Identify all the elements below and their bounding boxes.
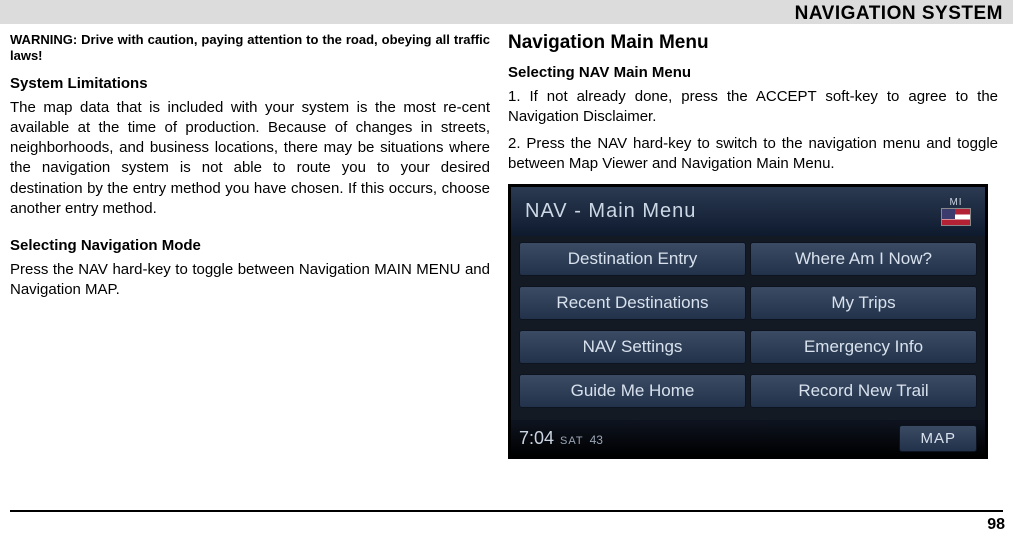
screenshot-footer: 7:04 SAT 43 MAP [511,420,985,456]
system-limitations-heading: System Limitations [10,75,490,92]
selecting-nav-main-menu-heading: Selecting NAV Main Menu [508,64,998,81]
recent-destinations-button[interactable]: Recent Destinations [519,286,746,320]
guide-me-home-button[interactable]: Guide Me Home [519,374,746,408]
navigation-main-menu-heading: Navigation Main Menu [508,32,998,54]
clock-display: 7:04 SAT 43 [519,428,603,449]
step-1: 1. If not already done, press the ACCEPT… [508,87,998,128]
system-limitations-body: The map data that is included with your … [10,98,490,220]
time-value: 7:04 [519,428,554,449]
content-area: WARNING: Drive with caution, paying atte… [0,24,1013,459]
nav-main-menu-screenshot: NAV - Main Menu MI Destination Entry Whe… [508,184,988,459]
page: NAVIGATION SYSTEM WARNING: Drive with ca… [0,0,1013,540]
screenshot-header: NAV - Main Menu MI [511,187,985,236]
destination-entry-button[interactable]: Destination Entry [519,242,746,276]
map-button[interactable]: MAP [899,425,977,452]
right-column: Navigation Main Menu Selecting NAV Main … [508,32,998,459]
selecting-navigation-mode-body: Press the NAV hard-key to toggle between… [10,260,490,301]
screenshot-title: NAV - Main Menu [525,200,696,223]
where-am-i-now-button[interactable]: Where Am I Now? [750,242,977,276]
sat-label: SAT [560,435,584,447]
step-2: 2. Press the NAV hard-key to switch to t… [508,134,998,175]
nav-settings-button[interactable]: NAV Settings [519,330,746,364]
screenshot-button-grid: Destination Entry Where Am I Now? Recent… [511,236,985,420]
left-column: WARNING: Drive with caution, paying atte… [10,32,490,459]
footer-divider [10,510,1003,512]
page-header-title: NAVIGATION SYSTEM [795,3,1003,25]
my-trips-button[interactable]: My Trips [750,286,977,320]
warning-text: WARNING: Drive with caution, paying atte… [10,32,490,65]
emergency-info-button[interactable]: Emergency Info [750,330,977,364]
selecting-navigation-mode-heading: Selecting Navigation Mode [10,237,490,254]
page-number: 98 [987,516,1005,534]
sat-number: 43 [590,433,603,447]
us-flag-icon [941,208,971,226]
flag-label: MI [949,197,962,208]
flag-indicator: MI [941,197,971,226]
record-new-trail-button[interactable]: Record New Trail [750,374,977,408]
